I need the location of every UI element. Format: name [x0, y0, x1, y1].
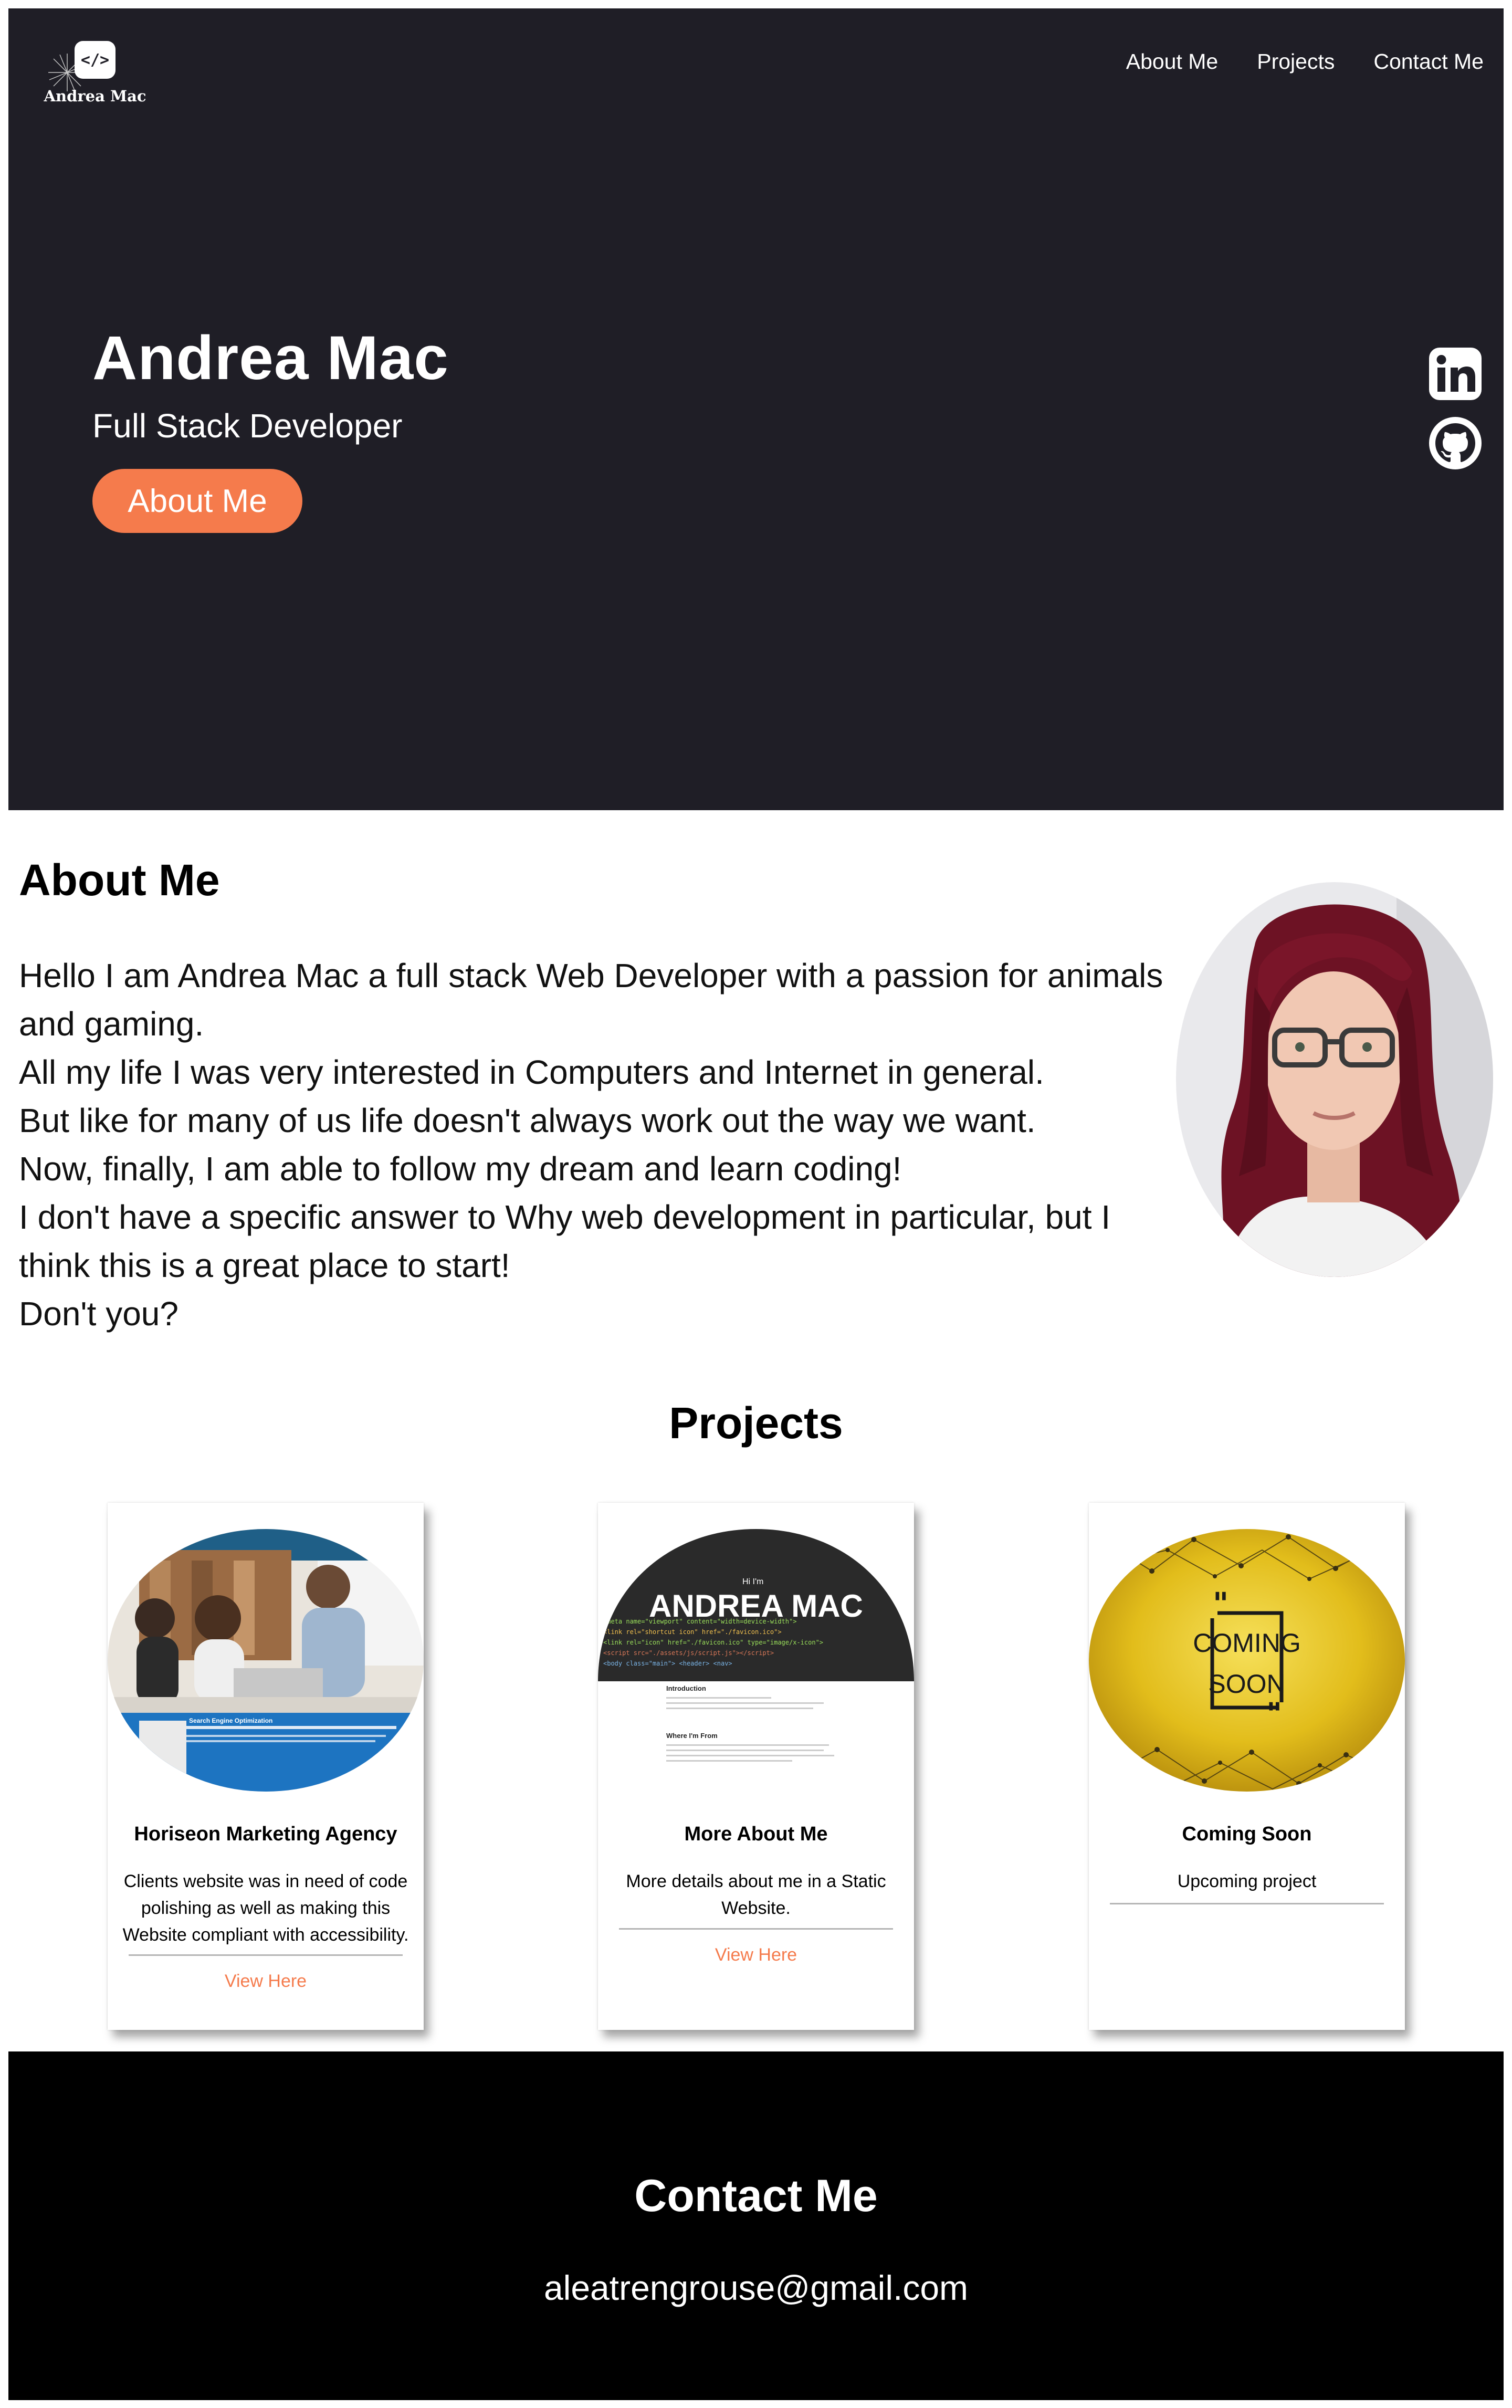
hero-name: Andrea Mac — [92, 323, 449, 393]
nav-projects[interactable]: Projects — [1257, 49, 1335, 74]
svg-text:<link rel="icon" href="./favic: <link rel="icon" href="./favicon.ico" ty… — [603, 1639, 823, 1646]
projects-heading: Projects — [669, 1398, 843, 1448]
github-icon[interactable] — [1428, 416, 1483, 470]
about-line: All my life I was very interested in Com… — [19, 1053, 1044, 1091]
divider — [619, 1928, 893, 1930]
thumbnail-caption: Search Engine Optimization — [189, 1717, 273, 1724]
about-me-button[interactable]: About Me — [92, 469, 302, 533]
thumbnail-coming: COMING — [1193, 1628, 1301, 1658]
project-card-more-about-me: <meta name="viewport" content="width=dev… — [598, 1503, 914, 2030]
about-line: Now, finally, I am able to follow my dre… — [19, 1150, 902, 1188]
project-description: Upcoming project — [1177, 1871, 1317, 1891]
project-card-horiseon: Search Engine Optimization Horiseon Mark… — [108, 1503, 424, 2030]
contact-section: Contact Me aleatrengrouse@gmail.com — [8, 2051, 1504, 2400]
thumbnail-greeting: Hi I'm — [742, 1577, 764, 1586]
about-line: I don't have a specific answer to Why we… — [19, 1198, 1111, 1284]
divider — [1110, 1903, 1384, 1904]
project-title: Coming Soon — [1182, 1823, 1312, 1845]
view-here-link[interactable]: View Here — [598, 1945, 914, 1965]
svg-text:<link rel="shortcut icon" href: <link rel="shortcut icon" href="./favico… — [603, 1628, 782, 1636]
project-description: Clients website was in need of code poli… — [122, 1871, 409, 1945]
project-thumbnail: Search Engine Optimization — [108, 1529, 424, 1792]
about-line: Don't you? — [19, 1295, 178, 1333]
project-title: Horiseon Marketing Agency — [134, 1823, 397, 1845]
view-here-link[interactable]: View Here — [108, 1971, 424, 1992]
logo-text: Andrea Mac — [44, 87, 146, 105]
project-title: More About Me — [684, 1823, 828, 1845]
thumbnail-section-2: Where I'm From — [666, 1732, 718, 1740]
code-icon: </> — [75, 41, 116, 79]
svg-text:": " — [1266, 1696, 1282, 1732]
project-thumbnail: <meta name="viewport" content="width=dev… — [598, 1529, 914, 1792]
nav-about-me[interactable]: About Me — [1126, 49, 1219, 74]
about-line: But like for many of us life doesn't alw… — [19, 1102, 1036, 1139]
project-thumbnail: " " COMING SOON — [1089, 1529, 1405, 1792]
svg-text:<body class="main"> <header> <: <body class="main"> <header> <nav> — [603, 1660, 732, 1667]
social-links — [1428, 347, 1483, 485]
about-text: Hello I am Andrea Mac a full stack Web D… — [19, 951, 1174, 1338]
linkedin-icon[interactable] — [1428, 347, 1483, 401]
hero-role: Full Stack Developer — [92, 407, 403, 445]
nav-contact-me[interactable]: Contact Me — [1373, 49, 1484, 74]
thumbnail-name: ANDREA MAC — [649, 1588, 863, 1624]
divider — [129, 1954, 403, 1956]
profile-photo — [1176, 882, 1493, 1277]
svg-text:": " — [1213, 1586, 1228, 1621]
project-card-coming-soon: " " COMING SOON Coming Soon Upcoming pro… — [1089, 1503, 1405, 2030]
thumbnail-section-1: Introduction — [666, 1684, 706, 1692]
about-heading: About Me — [19, 855, 220, 905]
main-nav: About Me Projects Contact Me — [1126, 49, 1484, 74]
site-logo[interactable]: </> Andrea Mac — [35, 34, 155, 118]
svg-text:<script src="./assets/js/scrip: <script src="./assets/js/script.js"></sc… — [603, 1649, 774, 1657]
hero-section: </> Andrea Mac About Me Projects Contact… — [8, 8, 1504, 810]
project-description: More details about me in a Static Websit… — [626, 1871, 886, 1918]
about-line: Hello I am Andrea Mac a full stack Web D… — [19, 957, 1163, 1043]
contact-heading: Contact Me — [634, 2171, 878, 2221]
thumbnail-soon: SOON — [1208, 1669, 1286, 1699]
contact-email-link[interactable]: aleatrengrouse@gmail.com — [8, 2268, 1504, 2308]
